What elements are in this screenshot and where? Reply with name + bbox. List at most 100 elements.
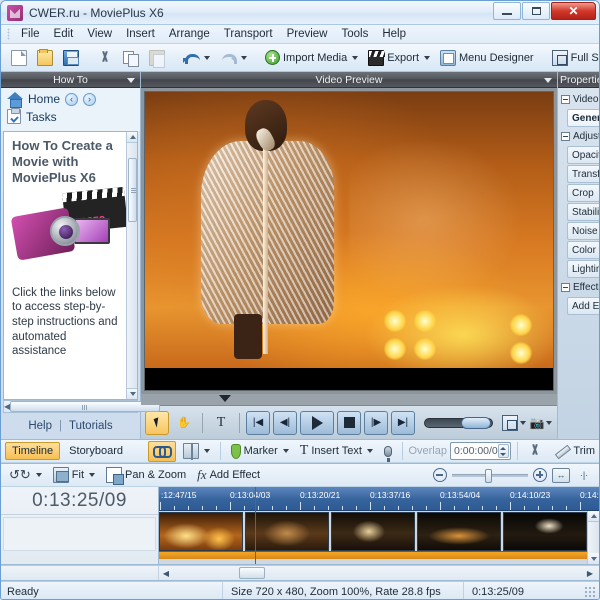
zoom-fit-button[interactable]: ↔	[552, 468, 570, 483]
chevron-down-icon[interactable]	[241, 56, 247, 60]
tab-timeline[interactable]: Timeline	[5, 442, 60, 460]
import-media-button[interactable]: Import Media	[261, 47, 362, 69]
preview-range-marker[interactable]	[141, 394, 557, 405]
add-effect-button[interactable]: fxAdd Effect	[193, 464, 264, 486]
chevron-down-icon[interactable]	[89, 473, 95, 477]
properties-item-lighting[interactable]: Lighting	[567, 260, 599, 278]
collapse-icon[interactable]	[561, 95, 570, 104]
hscroll-track[interactable]: ◀ ▶	[159, 566, 599, 580]
properties-item-crop[interactable]: Crop	[567, 184, 599, 202]
text-tool-button[interactable]: T	[209, 411, 233, 435]
scrub-thumb[interactable]	[461, 417, 491, 429]
properties-item-stabilize[interactable]: Stabiliz	[567, 203, 599, 221]
split-button[interactable]	[523, 440, 547, 462]
open-button[interactable]	[33, 47, 57, 69]
timeline-horizontal-scrollbar[interactable]: ◀ ▶	[1, 565, 599, 581]
scroll-left-button[interactable]: ◀	[159, 569, 173, 578]
scroll-up-button[interactable]	[127, 132, 138, 143]
marker-button[interactable]: Marker	[227, 440, 293, 462]
menu-designer-button[interactable]: Menu Designer	[436, 47, 538, 69]
goto-end-button[interactable]: ▶|	[391, 411, 415, 435]
scroll-down-button[interactable]	[127, 388, 138, 399]
properties-item-general[interactable]: General	[567, 109, 599, 127]
collapse-icon[interactable]	[561, 283, 570, 292]
redo-button[interactable]	[216, 47, 251, 69]
how-to-vertical-scrollbar[interactable]	[126, 132, 137, 399]
preview-scrub-slider[interactable]	[424, 418, 493, 428]
timeline-ruler[interactable]: :12:47/15 0:13:04/03 0:13:20/21 0:13:37/…	[159, 487, 599, 511]
copy-button[interactable]	[119, 47, 143, 69]
timeline-vertical-scrollbar[interactable]	[587, 511, 599, 564]
properties-group-adjust[interactable]: Adjust	[560, 127, 599, 145]
play-button[interactable]	[300, 411, 334, 435]
chevron-down-icon[interactable]	[283, 449, 289, 453]
chevron-down-icon[interactable]	[520, 421, 526, 425]
stop-button[interactable]	[337, 411, 361, 435]
timeline-clip[interactable]	[159, 512, 243, 551]
video-preview-header[interactable]: Video Preview	[141, 72, 557, 88]
timeline-clip[interactable]	[503, 512, 587, 551]
tutorials-link[interactable]: Tutorials	[69, 420, 113, 432]
link-toggle-button[interactable]	[148, 441, 176, 462]
collapse-icon[interactable]	[561, 132, 570, 141]
zoom-slider-thumb[interactable]	[485, 469, 492, 483]
menu-item-transport[interactable]: Transport	[217, 26, 280, 42]
how-to-panel-header[interactable]: How To	[1, 72, 140, 88]
menu-item-file[interactable]: File	[14, 26, 47, 42]
properties-item-add-effect[interactable]: Add Eff	[567, 297, 599, 315]
new-button[interactable]	[7, 47, 31, 69]
video-viewport[interactable]	[141, 88, 557, 394]
chevron-down-icon[interactable]	[204, 56, 210, 60]
menu-item-view[interactable]: View	[80, 26, 119, 42]
chevron-down-icon[interactable]	[204, 449, 210, 453]
menu-item-arrange[interactable]: Arrange	[162, 26, 217, 42]
properties-item-noise-reduction[interactable]: Noise R	[567, 222, 599, 240]
pan-zoom-button[interactable]: Pan & Zoom	[102, 464, 190, 486]
video-canvas[interactable]	[144, 91, 554, 391]
timeline-clips[interactable]	[159, 511, 587, 551]
undo-button[interactable]	[179, 47, 214, 69]
menu-item-help[interactable]: Help	[375, 26, 413, 42]
how-to-tasks-row[interactable]: Tasks	[7, 109, 134, 124]
menu-item-preview[interactable]: Preview	[280, 26, 335, 42]
hscroll-thumb[interactable]	[239, 567, 265, 579]
preview-layout-button[interactable]	[502, 411, 526, 435]
timeline-audio-lane[interactable]	[159, 551, 587, 559]
menu-item-tools[interactable]: Tools	[334, 26, 375, 42]
trim-button[interactable]: Trim	[550, 440, 599, 462]
properties-group-effects[interactable]: Effects	[560, 278, 599, 296]
full-screen-button[interactable]: Full Screen	[548, 47, 600, 69]
hscroll-thumb[interactable]	[10, 401, 160, 412]
select-tool-button[interactable]	[145, 411, 169, 435]
snapshot-button[interactable]: 📷	[529, 411, 553, 435]
maximize-button[interactable]	[522, 2, 550, 20]
menu-grip[interactable]	[7, 28, 10, 40]
forward-button[interactable]: ›	[83, 93, 96, 106]
fit-button[interactable]: Fit	[49, 464, 99, 486]
save-button[interactable]	[59, 47, 83, 69]
chevron-down-icon[interactable]	[367, 449, 373, 453]
properties-group-video[interactable]: Video C	[560, 90, 599, 108]
zoom-in-button[interactable]	[533, 468, 547, 482]
rotate-button[interactable]: ↺↻	[5, 464, 46, 486]
pan-tool-button[interactable]: ✋	[172, 411, 196, 435]
overlap-stepper[interactable]	[498, 444, 509, 458]
timeline-clip[interactable]	[417, 512, 501, 551]
chevron-down-icon[interactable]	[36, 473, 42, 477]
zoom-slider[interactable]	[452, 474, 528, 477]
timeline-tracks[interactable]: :12:47/15 0:13:04/03 0:13:20/21 0:13:37/…	[159, 487, 599, 564]
properties-item-color[interactable]: Color	[567, 241, 599, 259]
scroll-up-button[interactable]	[588, 511, 599, 522]
properties-panel-header[interactable]: Properties	[558, 72, 599, 88]
scroll-right-button[interactable]: ▶	[583, 569, 597, 578]
timeline-playhead[interactable]	[255, 487, 256, 564]
timeline-clip[interactable]	[331, 512, 415, 551]
chevron-down-icon[interactable]	[352, 56, 358, 60]
close-button[interactable]: ✕	[551, 2, 596, 20]
chevron-down-icon[interactable]	[424, 56, 430, 60]
scroll-thumb[interactable]	[128, 158, 137, 222]
minimize-button[interactable]	[493, 2, 521, 20]
voiceover-button[interactable]	[380, 440, 396, 462]
chevron-down-icon[interactable]	[544, 78, 552, 83]
properties-item-opacity[interactable]: Opacit	[567, 146, 599, 164]
